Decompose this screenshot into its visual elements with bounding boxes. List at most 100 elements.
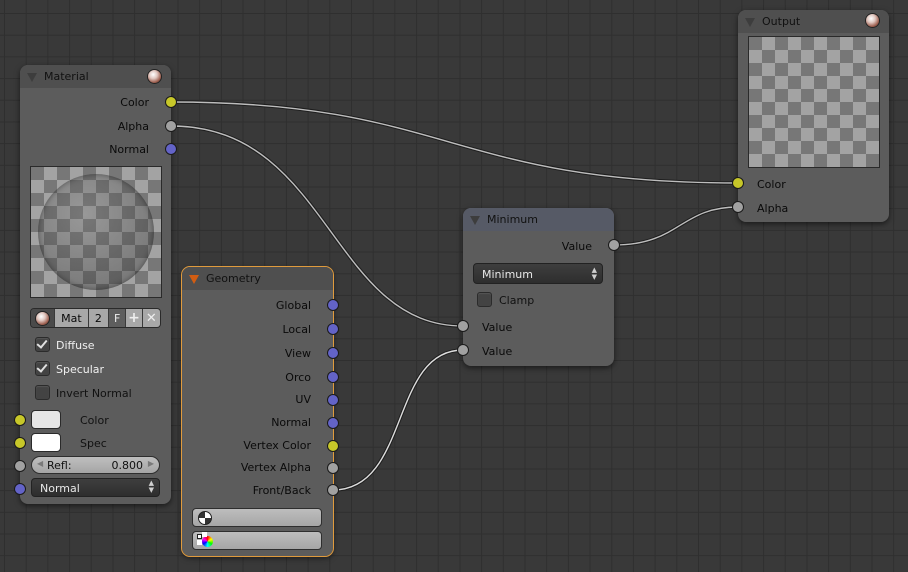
input-socket-color[interactable] bbox=[733, 178, 743, 188]
input-label-alpha: Alpha bbox=[757, 202, 789, 215]
geometry-node-title: Geometry bbox=[206, 272, 261, 285]
refl-slider[interactable]: ◀ Refl: 0.800 ▶ bbox=[31, 456, 160, 474]
plus-icon: + bbox=[128, 310, 140, 326]
output-preview-icon[interactable] bbox=[866, 14, 879, 27]
diffuse-checkbox[interactable] bbox=[35, 337, 50, 352]
invert-normal-checkbox[interactable] bbox=[35, 385, 50, 400]
link-material-color-to-output-color bbox=[169, 100, 740, 185]
output-preview bbox=[748, 36, 880, 168]
material-ball-icon bbox=[36, 311, 50, 325]
up-down-arrows-icon: ▲ ▼ bbox=[591, 266, 597, 281]
output-label-normal: Normal bbox=[109, 143, 149, 156]
output-label-color: Color bbox=[120, 96, 149, 109]
specular-label: Specular bbox=[56, 363, 105, 376]
input-socket-alpha[interactable] bbox=[733, 202, 743, 212]
output-label-view: View bbox=[284, 347, 311, 360]
output-label-vertex-alpha: Vertex Alpha bbox=[240, 461, 311, 474]
material-name-field[interactable]: Mat bbox=[55, 309, 89, 327]
fake-user-button[interactable]: F bbox=[108, 309, 127, 327]
refl-value: 0.800 bbox=[111, 459, 144, 472]
collapse-triangle-icon[interactable] bbox=[745, 18, 755, 27]
clamp-checkbox[interactable] bbox=[477, 292, 492, 307]
operation-dropdown-value: Minimum bbox=[482, 268, 533, 281]
output-label-uv: UV bbox=[295, 393, 311, 406]
output-label-front-back: Front/Back bbox=[252, 484, 311, 497]
output-socket-vertex-alpha[interactable] bbox=[328, 463, 338, 473]
input-socket-normal[interactable] bbox=[15, 484, 25, 494]
output-socket-local[interactable] bbox=[328, 324, 338, 334]
material-node-header[interactable]: Material bbox=[20, 65, 171, 88]
input-socket-spec[interactable] bbox=[15, 438, 25, 448]
output-socket-view[interactable] bbox=[328, 348, 338, 358]
increment-arrow-icon[interactable]: ▶ bbox=[148, 459, 154, 468]
material-node-title: Material bbox=[44, 70, 89, 83]
output-node[interactable]: Output Color Alpha bbox=[733, 10, 889, 222]
output-label-alpha: Alpha bbox=[117, 120, 149, 133]
output-label-value: Value bbox=[561, 240, 592, 253]
geometry-node[interactable]: Geometry Global Local View Orco UV Norma… bbox=[181, 266, 338, 557]
output-label-normal: Normal bbox=[271, 416, 311, 429]
output-socket-vertex-color[interactable] bbox=[328, 441, 338, 451]
input-socket-value-2[interactable] bbox=[458, 345, 468, 355]
minimum-node-header[interactable]: Minimum bbox=[463, 208, 614, 231]
diffuse-label: Diffuse bbox=[56, 339, 95, 352]
minimum-node[interactable]: Minimum Value Minimum ▲ ▼ Clamp Value Val… bbox=[458, 208, 619, 366]
material-users-button[interactable]: 2 bbox=[88, 309, 109, 327]
color-swatch[interactable] bbox=[31, 410, 61, 429]
material-node[interactable]: Material Color Alpha Normal Mat 2 F + ✕ … bbox=[15, 65, 176, 504]
vertex-color-field[interactable] bbox=[192, 531, 322, 550]
collapse-triangle-icon[interactable] bbox=[27, 73, 37, 82]
specular-checkbox[interactable] bbox=[35, 361, 50, 376]
up-down-arrows-icon: ▲ ▼ bbox=[148, 479, 154, 494]
unlink-material-button[interactable]: ✕ bbox=[142, 309, 160, 327]
output-socket-normal[interactable] bbox=[328, 418, 338, 428]
input-label-spec: Spec bbox=[80, 437, 107, 450]
clamp-label: Clamp bbox=[499, 294, 535, 307]
invert-normal-label: Invert Normal bbox=[56, 387, 132, 400]
material-preview bbox=[30, 166, 162, 298]
input-socket-color[interactable] bbox=[15, 415, 25, 425]
output-label-local: Local bbox=[282, 323, 311, 336]
material-browse-button[interactable] bbox=[31, 309, 56, 327]
output-node-title: Output bbox=[762, 15, 801, 28]
output-socket-orco[interactable] bbox=[328, 372, 338, 382]
preview-sphere bbox=[38, 174, 154, 290]
minimum-node-title: Minimum bbox=[487, 213, 538, 226]
decrement-arrow-icon[interactable]: ◀ bbox=[37, 459, 43, 468]
material-preview-icon[interactable] bbox=[148, 70, 161, 83]
vertex-color-icon bbox=[202, 536, 213, 547]
x-icon: ✕ bbox=[145, 310, 157, 326]
output-label-vertex-color: Vertex Color bbox=[243, 439, 311, 452]
spec-swatch[interactable] bbox=[31, 433, 61, 452]
collapse-triangle-icon[interactable] bbox=[189, 275, 199, 284]
output-label-global: Global bbox=[275, 299, 311, 312]
input-label-value-2: Value bbox=[482, 345, 513, 358]
input-label-value-1: Value bbox=[482, 321, 513, 334]
geometry-node-header[interactable]: Geometry bbox=[182, 267, 333, 290]
output-socket-uv[interactable] bbox=[328, 395, 338, 405]
output-label-orco: Orco bbox=[285, 371, 311, 384]
input-label-color: Color bbox=[80, 414, 109, 427]
uv-map-icon bbox=[198, 511, 212, 525]
output-node-header[interactable]: Output bbox=[738, 10, 889, 33]
uv-map-field[interactable] bbox=[192, 508, 322, 527]
normal-dropdown[interactable]: Normal ▲ ▼ bbox=[31, 478, 160, 497]
output-socket-value[interactable] bbox=[609, 240, 619, 250]
vertex-dots-icon bbox=[197, 534, 202, 539]
input-socket-refl[interactable] bbox=[15, 461, 25, 471]
input-label-color: Color bbox=[757, 178, 786, 191]
operation-dropdown[interactable]: Minimum ▲ ▼ bbox=[473, 263, 603, 284]
new-material-button[interactable]: + bbox=[126, 309, 143, 327]
output-socket-color[interactable] bbox=[166, 97, 176, 107]
material-id-block[interactable]: Mat 2 F + ✕ bbox=[30, 308, 161, 328]
input-socket-value-1[interactable] bbox=[458, 321, 468, 331]
output-socket-global[interactable] bbox=[328, 300, 338, 310]
output-socket-front-back[interactable] bbox=[328, 485, 338, 495]
normal-dropdown-value: Normal bbox=[40, 482, 80, 495]
refl-label: Refl: bbox=[47, 459, 72, 472]
link-geometry-frontback-to-minimum-value bbox=[331, 348, 465, 492]
collapse-triangle-icon[interactable] bbox=[470, 216, 480, 225]
output-socket-normal[interactable] bbox=[166, 144, 176, 154]
link-minimum-value-to-output-alpha bbox=[612, 205, 740, 247]
output-socket-alpha[interactable] bbox=[166, 121, 176, 131]
